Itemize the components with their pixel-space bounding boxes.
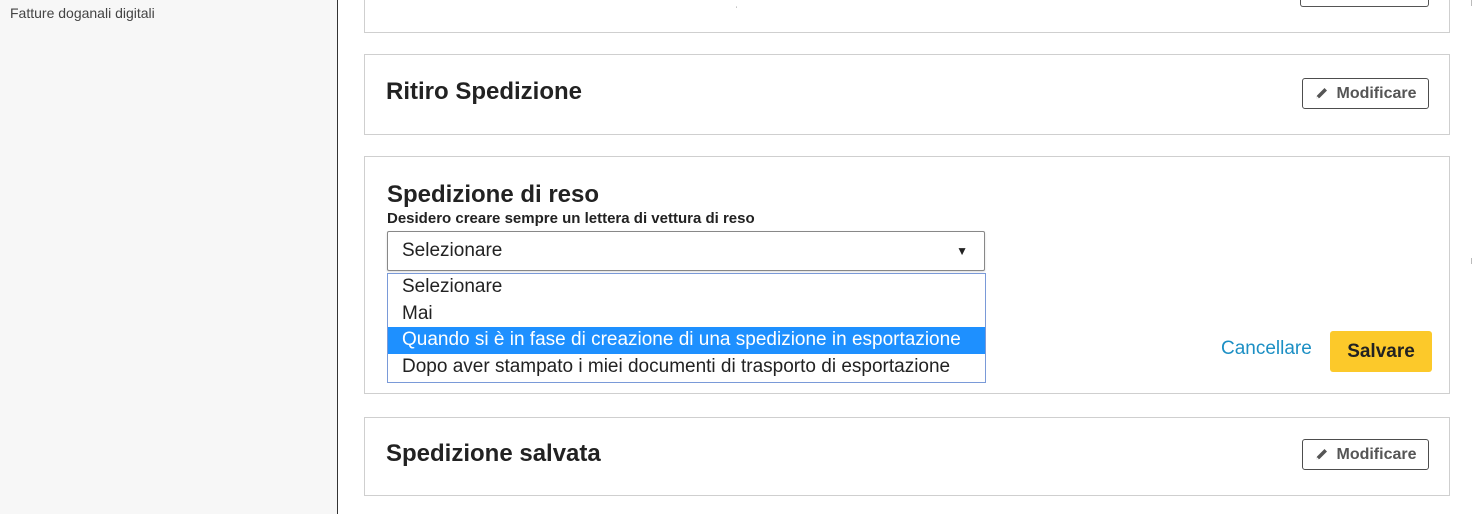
spedizione-di-reso-card: Spedizione di reso Desidero creare sempr… xyxy=(364,156,1450,394)
sidebar-item-fatture-doganali[interactable]: Fatture doganali digitali xyxy=(10,5,155,21)
previous-section-edit-button[interactable] xyxy=(1300,0,1429,7)
triangle-down-icon: ▼ xyxy=(956,244,968,258)
dropdown-option[interactable]: Dopo aver stampato i miei documenti di t… xyxy=(388,354,985,381)
pencil-icon xyxy=(1314,447,1329,462)
dropdown-option-highlighted[interactable]: Quando si è in fase di creazione di una … xyxy=(388,327,985,354)
section-title: Spedizione di reso xyxy=(387,181,600,208)
pencil-icon xyxy=(1314,86,1329,101)
edit-button-label: Modificare xyxy=(1336,445,1417,463)
previous-section-card: ˌ xyxy=(364,0,1450,33)
ritiro-edit-button[interactable]: Modificare xyxy=(1302,78,1429,109)
return-waybill-label: Desidero creare sempre un lettera di vet… xyxy=(387,210,755,227)
section-title: Spedizione salvata xyxy=(386,440,601,467)
salvata-edit-button[interactable]: Modificare xyxy=(1302,439,1429,470)
return-waybill-select[interactable]: Selezionare ▼ xyxy=(387,231,985,271)
dropdown-option[interactable]: Mai xyxy=(388,301,985,328)
scrollbar-mark xyxy=(1471,0,1476,6)
sidebar: Fatture doganali digitali xyxy=(0,0,338,514)
spedizione-salvata-card: Spedizione salvata Modificare xyxy=(364,417,1450,496)
main-content: ˌ Ritiro Spedizione Modificare Spedizion… xyxy=(338,0,1476,514)
section-title: Ritiro Spedizione xyxy=(386,78,583,105)
edit-button-label: Modificare xyxy=(1336,84,1417,102)
dropdown-option[interactable]: Selezionare xyxy=(388,274,985,301)
ritiro-spedizione-card: Ritiro Spedizione Modificare xyxy=(364,54,1450,135)
cut-off-glyph: ˌ xyxy=(735,0,739,9)
select-value: Selezionare xyxy=(402,240,503,261)
cancel-link[interactable]: Cancellare xyxy=(1221,338,1312,360)
return-waybill-options: Selezionare Mai Quando si è in fase di c… xyxy=(387,273,986,383)
save-button[interactable]: Salvare xyxy=(1330,331,1432,372)
scrollbar-mark xyxy=(1471,258,1476,264)
